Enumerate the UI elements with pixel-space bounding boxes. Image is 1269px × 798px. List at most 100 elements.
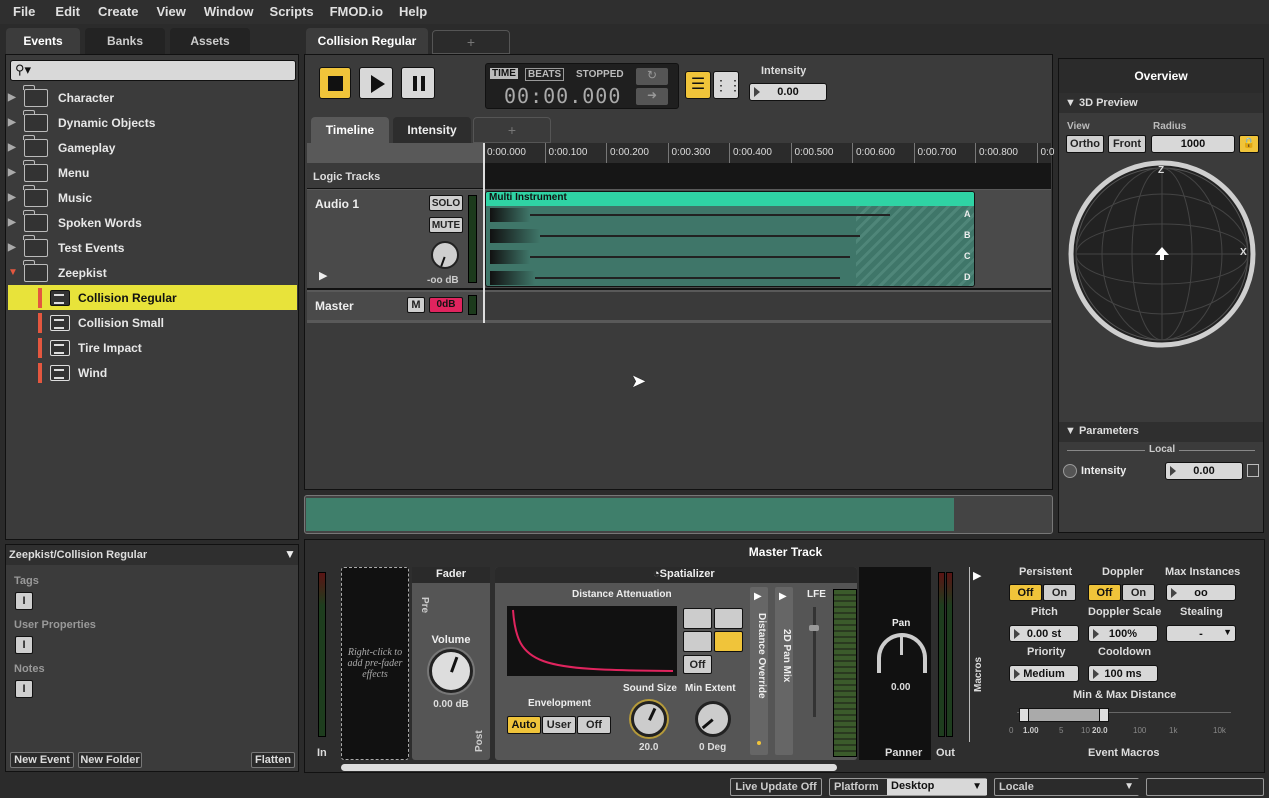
pan-mix-expand-icon[interactable]: ▶ xyxy=(779,591,787,602)
track-volume-knob[interactable] xyxy=(431,241,459,269)
max-instances-field[interactable]: oo xyxy=(1166,584,1236,601)
add-parameter-tab[interactable]: + xyxy=(473,117,551,143)
param-value-field[interactable]: 0.00 xyxy=(1165,462,1243,480)
menu-file[interactable]: File xyxy=(13,4,35,19)
new-event-button[interactable]: New Event xyxy=(10,752,74,768)
master-volume-field[interactable]: 0dB xyxy=(429,297,463,313)
min-extent-knob[interactable] xyxy=(695,701,731,737)
tab-collision-regular[interactable]: Collision Regular xyxy=(306,28,428,54)
live-update-button[interactable]: Live Update Off xyxy=(730,778,822,796)
timeline-overview-bar[interactable] xyxy=(304,495,1053,534)
volume-knob[interactable] xyxy=(429,649,473,693)
lock-button[interactable]: 🔒 xyxy=(1239,135,1259,153)
fader-effect[interactable]: Fader Pre Volume 0.00 dB Post xyxy=(412,567,490,760)
playhead[interactable] xyxy=(483,143,485,323)
menu-edit[interactable]: Edit xyxy=(55,4,80,19)
tree-folder[interactable]: ▶ Dynamic Objects xyxy=(8,109,297,135)
curve-off-button[interactable]: Off xyxy=(683,655,712,674)
prefader-effects-slot[interactable]: Right-click to add pre-fader effects xyxy=(341,567,409,760)
list-view-button[interactable]: ☰ xyxy=(685,71,711,99)
menu-scripts[interactable]: Scripts xyxy=(270,4,314,19)
pause-button[interactable] xyxy=(401,67,435,99)
expand-icon[interactable]: ▶ xyxy=(8,142,24,153)
tree-folder[interactable]: ▶ Character xyxy=(8,84,297,110)
cooldown-field[interactable]: 100 ms xyxy=(1088,665,1158,682)
sound-size-knob[interactable] xyxy=(631,701,667,737)
locale-dropdown[interactable]: Locale ▼ xyxy=(994,778,1139,796)
master-mute-button[interactable]: M xyxy=(407,297,425,313)
beats-mode-button[interactable]: BEATS xyxy=(525,68,565,81)
curve-inverse-button[interactable] xyxy=(683,631,712,652)
macros-expand-icon[interactable]: ▶ xyxy=(973,569,981,582)
ortho-button[interactable]: Ortho xyxy=(1066,135,1104,153)
multi-instrument[interactable]: Multi Instrument A B C D xyxy=(485,191,975,287)
minmax-distance-slider[interactable] xyxy=(1017,708,1231,724)
expand-icon[interactable]: ▶ xyxy=(8,217,24,228)
tree-folder[interactable]: ▶ Spoken Words xyxy=(8,209,297,235)
envelopment-auto[interactable]: Auto xyxy=(507,716,541,734)
tab-intensity[interactable]: Intensity xyxy=(393,117,471,143)
parameters-section-header[interactable]: ▼ Parameters xyxy=(1065,425,1139,437)
tree-folder[interactable]: ▶ Test Events xyxy=(8,234,297,260)
tab-events[interactable]: Events xyxy=(6,28,80,54)
time-ruler[interactable]: 0:00.000 0:00.100 0:00.200 0:00.300 0:00.400… xyxy=(483,143,1054,163)
envelopment-off[interactable]: Off xyxy=(577,716,611,734)
menu-fmodio[interactable]: FMOD.io xyxy=(330,4,383,19)
expand-track-icon[interactable]: ▶ xyxy=(319,269,327,282)
envelopment-user[interactable]: User xyxy=(542,716,576,734)
solo-button[interactable]: SOLO xyxy=(429,195,463,211)
doppler-scale-field[interactable]: 100% xyxy=(1088,625,1158,642)
expand-icon[interactable]: ▶ xyxy=(8,192,24,203)
distance-override-expand-icon[interactable]: ▶ xyxy=(754,591,762,602)
add-tab-button[interactable]: + xyxy=(432,30,510,54)
tree-event[interactable]: Collision Small xyxy=(8,310,297,335)
mute-button[interactable]: MUTE xyxy=(429,217,463,233)
tree-event[interactable]: Collision Regular xyxy=(8,285,297,310)
intensity-param-field[interactable]: 0.00 xyxy=(749,83,827,101)
play-button[interactable] xyxy=(359,67,393,99)
doppler-on[interactable]: On xyxy=(1122,584,1155,601)
collapse-icon[interactable]: ▼ xyxy=(8,267,24,278)
deck-scrollbar[interactable] xyxy=(341,764,837,771)
lfe-slider[interactable] xyxy=(813,607,816,717)
spatializer-effect[interactable]: ◔Spatializer Distance Attenuation Off En… xyxy=(495,567,857,760)
priority-field[interactable]: Medium xyxy=(1009,665,1079,682)
curve-linsq-button[interactable] xyxy=(714,608,743,629)
chevron-down-icon[interactable]: ▼ xyxy=(284,547,296,561)
doppler-off[interactable]: Off xyxy=(1088,584,1121,601)
notes-add-button[interactable]: I xyxy=(15,680,33,698)
persistent-on[interactable]: On xyxy=(1043,584,1076,601)
tree-event[interactable]: Tire Impact xyxy=(8,335,297,360)
tags-add-button[interactable]: I xyxy=(15,592,33,610)
search-input[interactable]: ⚲▾ xyxy=(10,60,296,81)
menu-view[interactable]: View xyxy=(156,4,185,19)
tree-folder[interactable]: ▶ Gameplay xyxy=(8,134,297,160)
follow-button[interactable]: ➜ xyxy=(636,88,668,105)
loop-button[interactable]: ↻ xyxy=(636,68,668,85)
curve-inverse-tapered-button[interactable] xyxy=(714,631,743,652)
expand-icon[interactable]: ▶ xyxy=(8,167,24,178)
menu-create[interactable]: Create xyxy=(98,4,138,19)
time-mode-button[interactable]: TIME xyxy=(490,68,518,79)
expand-icon[interactable]: ▶ xyxy=(8,117,24,128)
tab-assets[interactable]: Assets xyxy=(170,28,250,54)
tree-folder[interactable]: ▶ Menu xyxy=(8,159,297,185)
3d-preview-sphere[interactable] xyxy=(1067,159,1257,349)
tab-timeline[interactable]: Timeline xyxy=(311,117,389,143)
flatten-button[interactable]: Flatten xyxy=(251,752,295,768)
front-button[interactable]: Front xyxy=(1108,135,1146,153)
new-folder-button[interactable]: New Folder xyxy=(78,752,142,768)
tree-folder[interactable]: ▶ Music xyxy=(8,184,297,210)
curve-linear-button[interactable] xyxy=(683,608,712,629)
expand-icon[interactable]: ▶ xyxy=(8,242,24,253)
menu-window[interactable]: Window xyxy=(204,4,254,19)
persistent-off[interactable]: Off xyxy=(1009,584,1042,601)
platform-dropdown[interactable]: Platform Desktop ▼ xyxy=(829,778,987,796)
preview-section-header[interactable]: ▼ 3D Preview xyxy=(1065,97,1138,109)
param-checkbox[interactable] xyxy=(1247,464,1259,477)
stop-button[interactable] xyxy=(319,67,351,99)
tree-folder[interactable]: ▼ Zeepkist xyxy=(8,259,297,285)
tree-event[interactable]: Wind xyxy=(8,360,297,385)
expand-icon[interactable]: ▶ xyxy=(8,92,24,103)
radius-field[interactable]: 1000 xyxy=(1151,135,1235,153)
